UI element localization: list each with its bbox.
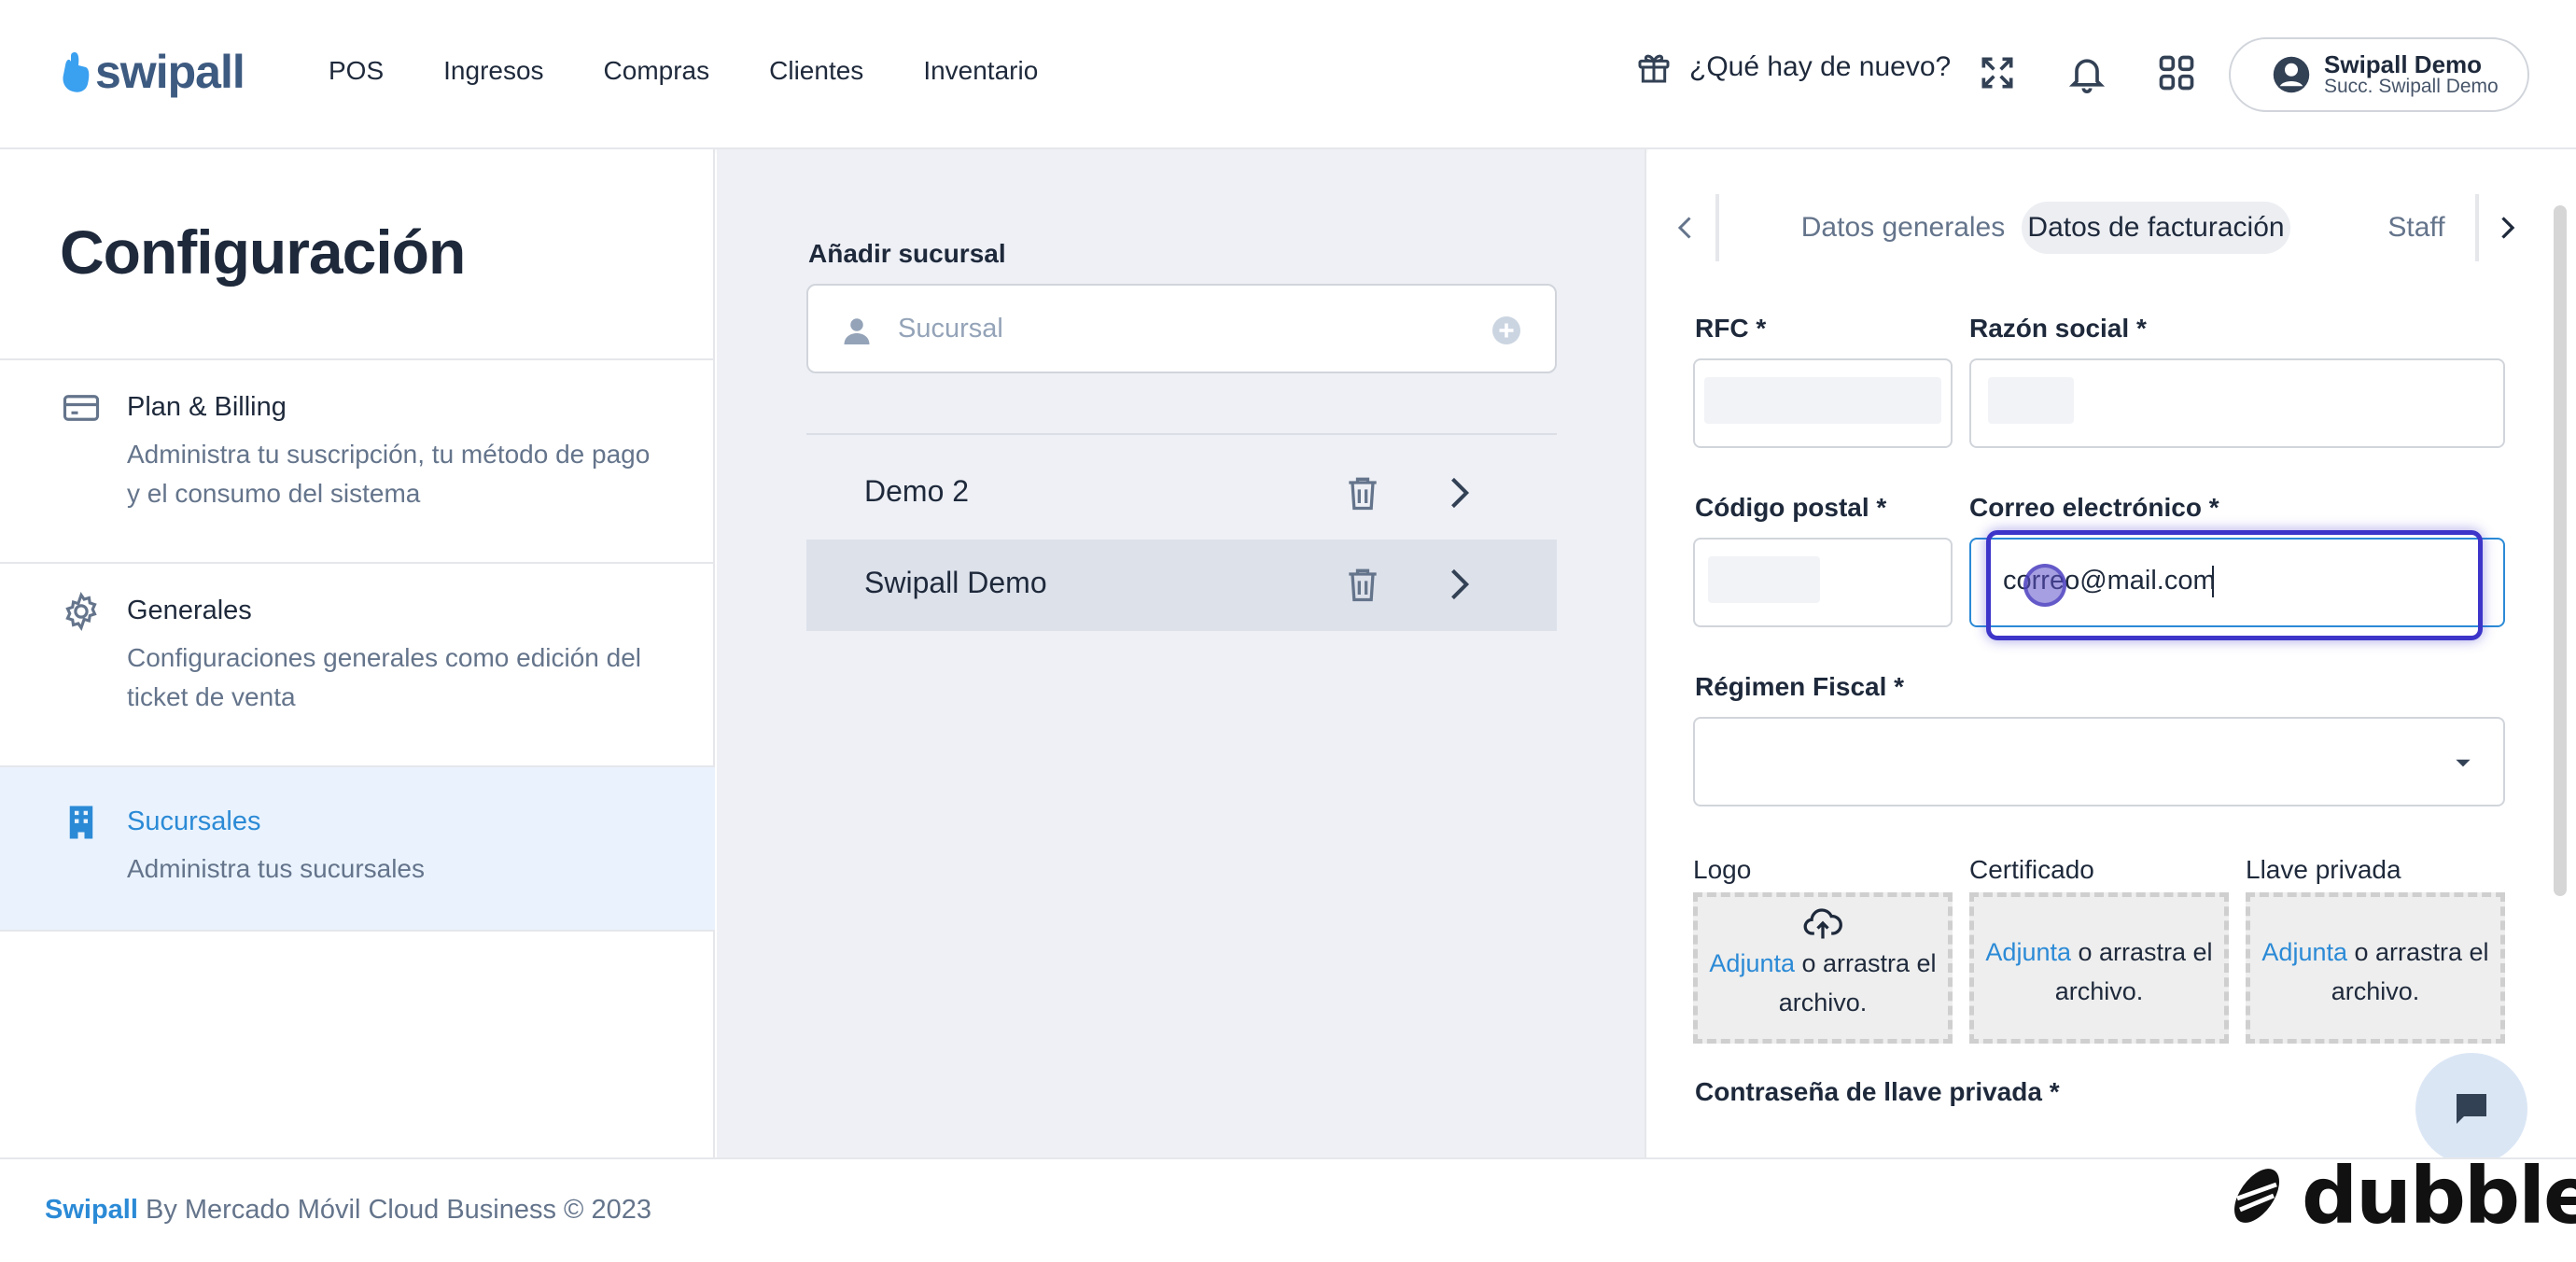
whats-new-label: ¿Qué hay de nuevo? — [1689, 51, 1952, 82]
razon-social-field[interactable] — [1969, 358, 2505, 448]
dropzone-text: o arrastra el archivo. — [2054, 938, 2213, 1005]
user-branch: Succ. Swipall Demo — [2324, 76, 2499, 97]
add-branch-label: Añadir sucursal — [808, 239, 1006, 268]
scrollbar[interactable] — [2554, 205, 2567, 896]
branches-panel: Añadir sucursal Sucursal Demo 2 Swipall … — [717, 149, 1646, 1157]
person-icon — [844, 318, 870, 344]
swipall-logo[interactable]: swipall — [58, 45, 245, 99]
main-nav: POS Ingresos Compras Clientes Inventario — [329, 56, 1038, 86]
divider — [806, 433, 1557, 435]
tab-staff[interactable]: Staff — [2374, 202, 2458, 254]
branch-row-demo-2[interactable]: Demo 2 — [806, 448, 1557, 540]
branch-name: Swipall Demo — [864, 566, 1047, 599]
regimen-fiscal-label: Régimen Fiscal * — [1695, 672, 1905, 701]
swipall-hand-icon — [63, 52, 90, 92]
rfc-field[interactable] — [1693, 358, 1953, 448]
regimen-fiscal-select[interactable] — [1693, 717, 2505, 806]
redacted-value — [1704, 377, 1941, 424]
add-circle-icon[interactable] — [1490, 314, 1523, 347]
chevron-left-icon[interactable] — [1669, 211, 1702, 245]
redacted-value — [1708, 556, 1820, 603]
footer-text: Swipall By Mercado Móvil Cloud Business … — [45, 1195, 651, 1226]
certificate-upload-label: Certificado — [1969, 855, 2094, 884]
tab-datos-facturacion[interactable]: Datos de facturación — [2022, 202, 2290, 254]
sidebar-item-label: Plan & Billing — [127, 392, 287, 422]
sidebar-item-plan-billing[interactable]: Plan & Billing Administra tu suscripción… — [0, 358, 715, 564]
chevron-right-icon[interactable] — [2490, 211, 2524, 245]
attach-link[interactable]: Adjunta — [1709, 949, 1795, 977]
chat-icon — [2457, 1094, 2486, 1124]
dubble-watermark: dubble — [2223, 1150, 2576, 1241]
email-field[interactable]: correo@mail.com — [1969, 530, 2505, 640]
sidebar-item-label: Sucursales — [127, 806, 261, 836]
nav-pos[interactable]: POS — [329, 56, 384, 86]
tab-bar: Datos generales Datos de facturación Sta… — [1648, 190, 2535, 265]
add-branch-placeholder: Sucursal — [898, 314, 1003, 344]
gear-icon — [65, 592, 97, 631]
sidebar-item-label: Generales — [127, 596, 252, 625]
gift-icon — [1638, 54, 1670, 83]
email-label: Correo electrónico * — [1969, 493, 2219, 522]
user-menu[interactable]: Swipall Demo Succ. Swipall Demo — [2229, 37, 2529, 112]
logo-dropzone[interactable]: Adjunta o arrastra el archivo. — [1693, 892, 1953, 1044]
watermark-text: dubble — [2302, 1150, 2576, 1241]
chevron-right-icon[interactable] — [1437, 564, 1478, 605]
private-key-dropzone[interactable]: Adjunta o arrastra el archivo. — [2246, 892, 2505, 1044]
settings-sidebar: Configuración Plan & Billing Administra … — [0, 149, 715, 1157]
chevron-down-icon — [2456, 759, 2471, 767]
logo-upload-label: Logo — [1693, 855, 1752, 884]
trash-icon[interactable] — [1342, 472, 1383, 513]
cloud-upload-icon — [1803, 908, 1842, 939]
sidebar-item-desc: Administra tus sucursales — [127, 854, 426, 883]
sidebar-item-desc: Configuraciones generales como edición d… — [127, 643, 642, 711]
add-branch-input[interactable]: Sucursal — [806, 284, 1557, 373]
razon-social-label: Razón social * — [1969, 314, 2147, 343]
logo-text: swipall — [95, 46, 245, 98]
private-key-upload-label: Llave privada — [2246, 855, 2401, 884]
user-avatar-icon — [2273, 56, 2310, 93]
click-indicator — [2023, 564, 2066, 607]
dropzone-text: o arrastra el archivo. — [2331, 938, 2489, 1005]
postal-code-field[interactable] — [1693, 538, 1953, 627]
branch-row-swipall-demo[interactable]: Swipall Demo — [806, 540, 1557, 631]
nav-inventario[interactable]: Inventario — [923, 56, 1038, 86]
user-name: Swipall Demo — [2324, 50, 2483, 78]
branch-name: Demo 2 — [864, 474, 970, 508]
attach-link[interactable]: Adjunta — [2261, 938, 2347, 966]
sidebar-item-desc: Administra tu suscripción, tu método de … — [127, 440, 651, 508]
page-title: Configuración — [60, 217, 466, 287]
chevron-right-icon[interactable] — [1437, 472, 1478, 513]
trash-icon[interactable] — [1342, 564, 1383, 605]
bell-icon[interactable] — [2066, 52, 2107, 93]
footer: Swipall By Mercado Móvil Cloud Business … — [0, 1157, 2576, 1262]
dubble-logo-icon — [2234, 1169, 2279, 1223]
footer-brand[interactable]: Swipall — [45, 1195, 138, 1225]
whats-new-link[interactable]: ¿Qué hay de nuevo? — [1635, 49, 1951, 86]
sidebar-item-sucursales[interactable]: Sucursales Administra tus sucursales — [0, 765, 715, 932]
tab-scroll-shadow — [2475, 194, 2479, 261]
credit-card-icon — [63, 395, 100, 421]
attach-link[interactable]: Adjunta — [1985, 938, 2071, 966]
text-cursor — [2212, 566, 2214, 597]
apps-grid-icon[interactable] — [2156, 52, 2197, 93]
building-icon — [69, 806, 93, 839]
chat-button[interactable] — [2415, 1053, 2527, 1165]
branch-detail-panel: Datos generales Datos de facturación Sta… — [1648, 149, 2576, 1157]
tab-scroll-shadow — [1715, 194, 1719, 261]
fullscreen-icon[interactable] — [1977, 52, 2018, 93]
footer-copyright: By Mercado Móvil Cloud Business © 2023 — [137, 1195, 651, 1225]
private-key-password-label: Contraseña de llave privada * — [1695, 1077, 2060, 1106]
top-navbar: swipall POS Ingresos Compras Clientes In… — [0, 0, 2576, 149]
nav-clientes[interactable]: Clientes — [769, 56, 863, 86]
rfc-label: RFC * — [1695, 314, 1767, 343]
nav-ingresos[interactable]: Ingresos — [443, 56, 543, 86]
dropzone-text: o arrastra el archivo. — [1778, 949, 1937, 1017]
nav-compras[interactable]: Compras — [604, 56, 710, 86]
tab-datos-generales[interactable]: Datos generales — [1777, 202, 2029, 254]
postal-code-label: Código postal * — [1695, 493, 1887, 522]
redacted-value — [1988, 377, 2074, 424]
sidebar-item-generales[interactable]: Generales Configuraciones generales como… — [0, 562, 715, 767]
certificate-dropzone[interactable]: Adjunta o arrastra el archivo. — [1969, 892, 2229, 1044]
